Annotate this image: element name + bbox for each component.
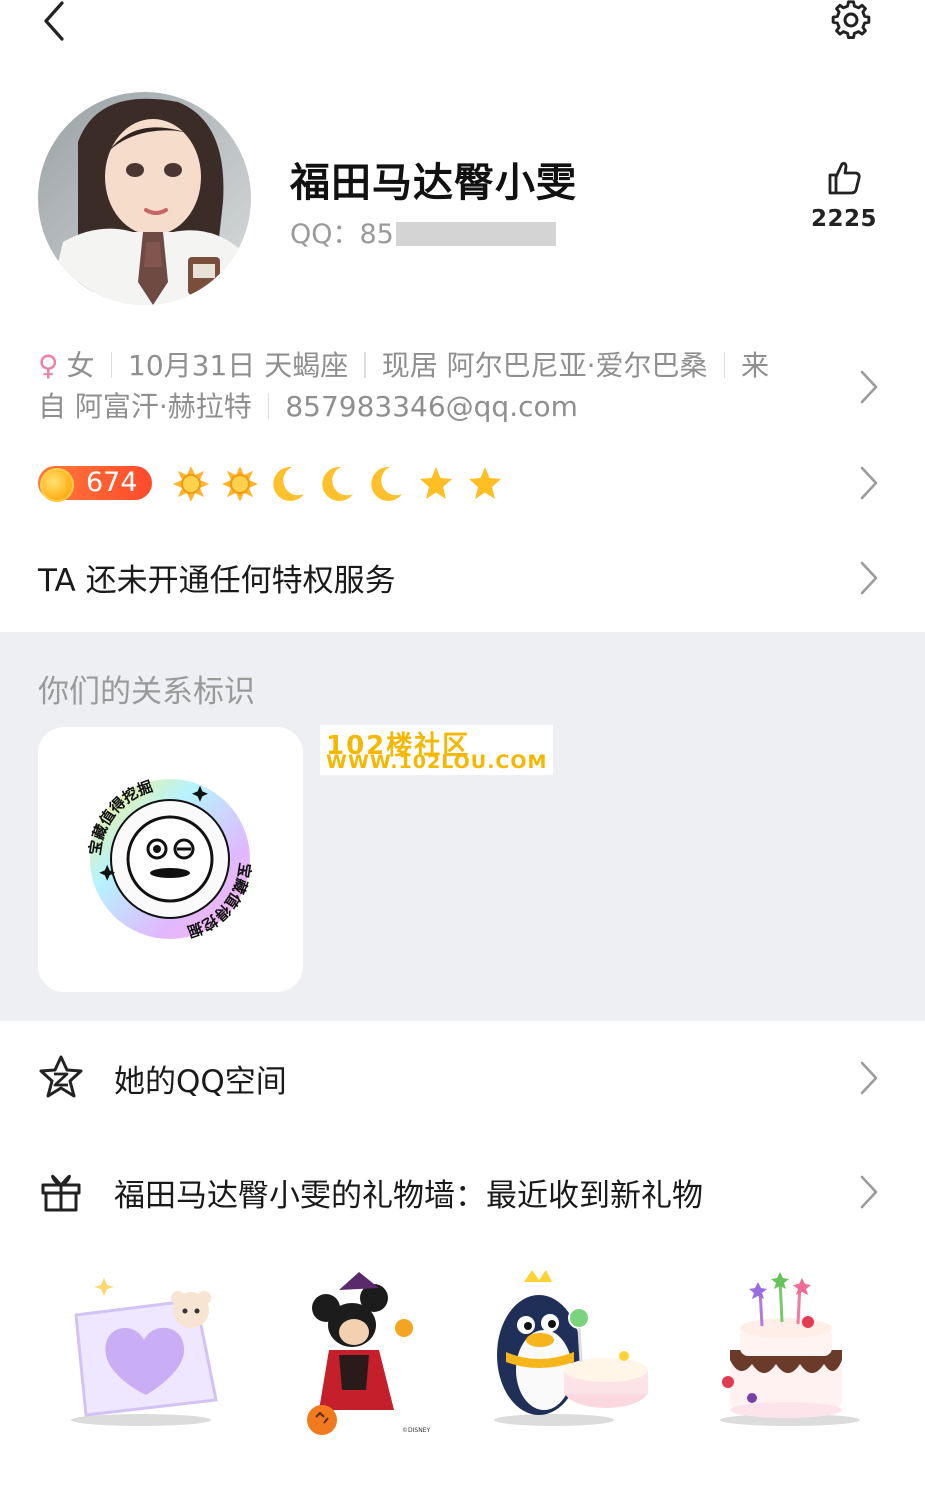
settings-button[interactable] xyxy=(826,0,876,44)
qzone-row[interactable]: 她的QQ空间 xyxy=(38,1048,888,1108)
minnie-halloween-gift[interactable]: ©DISNEY xyxy=(284,1270,464,1440)
gift-caption: ©DISNEY xyxy=(402,1427,430,1434)
chevron-right-icon[interactable] xyxy=(856,463,882,503)
like-count: 2225 xyxy=(810,206,877,232)
hometown: 自 阿富汗·赫拉特 xyxy=(38,390,252,423)
minnie-icon: ©DISNEY xyxy=(307,1272,430,1435)
penguin-icon xyxy=(494,1270,648,1426)
level-badge: 674 xyxy=(38,466,152,502)
chevron-right-icon[interactable] xyxy=(856,558,882,598)
qq-number-redaction xyxy=(395,222,556,246)
gift-icon xyxy=(41,1174,81,1212)
moon-icon xyxy=(322,466,353,501)
level-icons xyxy=(172,462,504,506)
email: 857983346@qq.com xyxy=(285,390,578,423)
moon-icon xyxy=(273,466,304,501)
back-button[interactable] xyxy=(36,0,76,44)
profile-page: 福田马达臀小雯 QQ：85 2225 ♀ 女 10月31日 天蝎座 现居 阿尔巴尼亚·… xyxy=(0,0,925,1500)
personal-info[interactable]: ♀ 女 10月31日 天蝎座 现居 阿尔巴尼亚·爱尔巴桑来自 阿富汗·赫拉特 85798… xyxy=(38,345,828,427)
nickname: 福田马达臀小雯 xyxy=(290,160,577,206)
moon-icon xyxy=(371,466,402,501)
relation-title: 你们的关系标识 xyxy=(38,674,255,710)
divider xyxy=(364,352,366,378)
divider xyxy=(723,352,726,378)
gender: 女 xyxy=(66,349,95,382)
qzone-label: 她的QQ空间 xyxy=(114,1064,287,1100)
gift-wall-label: 福田马达臀小雯的礼物墙：最近收到新礼物 xyxy=(114,1178,703,1214)
watermark-url: WWW.102LOU.COM xyxy=(326,751,548,773)
like-button[interactable]: 2225 xyxy=(810,158,878,232)
qq-number: QQ：85 xyxy=(290,212,556,251)
sun-icon xyxy=(173,466,209,502)
relation-section: 你们的关系标识 宝藏值得挖掘 宝藏值得挖掘 102楼社区 WWW.102LOU.… xyxy=(0,632,925,1021)
penguin-cake-gift[interactable] xyxy=(484,1270,664,1440)
sun-icon xyxy=(222,466,258,502)
star-icon xyxy=(420,467,452,499)
avatar[interactable] xyxy=(38,92,251,305)
coin-icon xyxy=(40,468,74,502)
gift-list: ©DISNEY xyxy=(0,1270,925,1450)
divider xyxy=(110,352,113,378)
qzone-star-icon xyxy=(39,1055,83,1098)
hometown-label: 来 xyxy=(741,349,770,382)
pillow-heart-gift[interactable] xyxy=(56,1270,236,1440)
divider xyxy=(267,393,270,419)
birthday-cake-icon xyxy=(720,1272,860,1426)
chevron-left-icon xyxy=(44,1,64,41)
privilege-row[interactable]: TA 还未开通任何特权服务 xyxy=(38,555,396,600)
thumbs-up-icon xyxy=(828,162,861,195)
birthday: 10月31日 天蝎座 xyxy=(128,349,349,382)
star-icon xyxy=(469,467,501,499)
chevron-right-icon[interactable] xyxy=(856,1172,882,1212)
gift-wall-row[interactable]: 福田马达臀小雯的礼物墙：最近收到新礼物 xyxy=(38,1162,888,1222)
gear-icon xyxy=(831,0,871,39)
chevron-right-icon[interactable] xyxy=(856,1058,882,1098)
level-number: 674 xyxy=(86,467,138,498)
birthday-cake-gift[interactable] xyxy=(700,1270,880,1440)
pillow-heart-icon xyxy=(71,1278,218,1426)
qq-number-visible: QQ：85 xyxy=(290,219,394,250)
watermark: 102楼社区 WWW.102LOU.COM xyxy=(320,725,553,775)
female-icon: ♀ xyxy=(38,349,59,382)
treasure-badge-icon: 宝藏值得挖掘 宝藏值得挖掘 xyxy=(86,777,254,940)
qq-level-row[interactable]: 674 xyxy=(38,462,898,508)
avatar-portrait xyxy=(38,92,251,305)
chevron-right-icon[interactable] xyxy=(856,367,882,407)
relation-badge-card[interactable]: 宝藏值得挖掘 宝藏值得挖掘 xyxy=(38,727,303,992)
current-location: 现居 阿尔巴尼亚·爱尔巴桑 xyxy=(381,349,708,382)
